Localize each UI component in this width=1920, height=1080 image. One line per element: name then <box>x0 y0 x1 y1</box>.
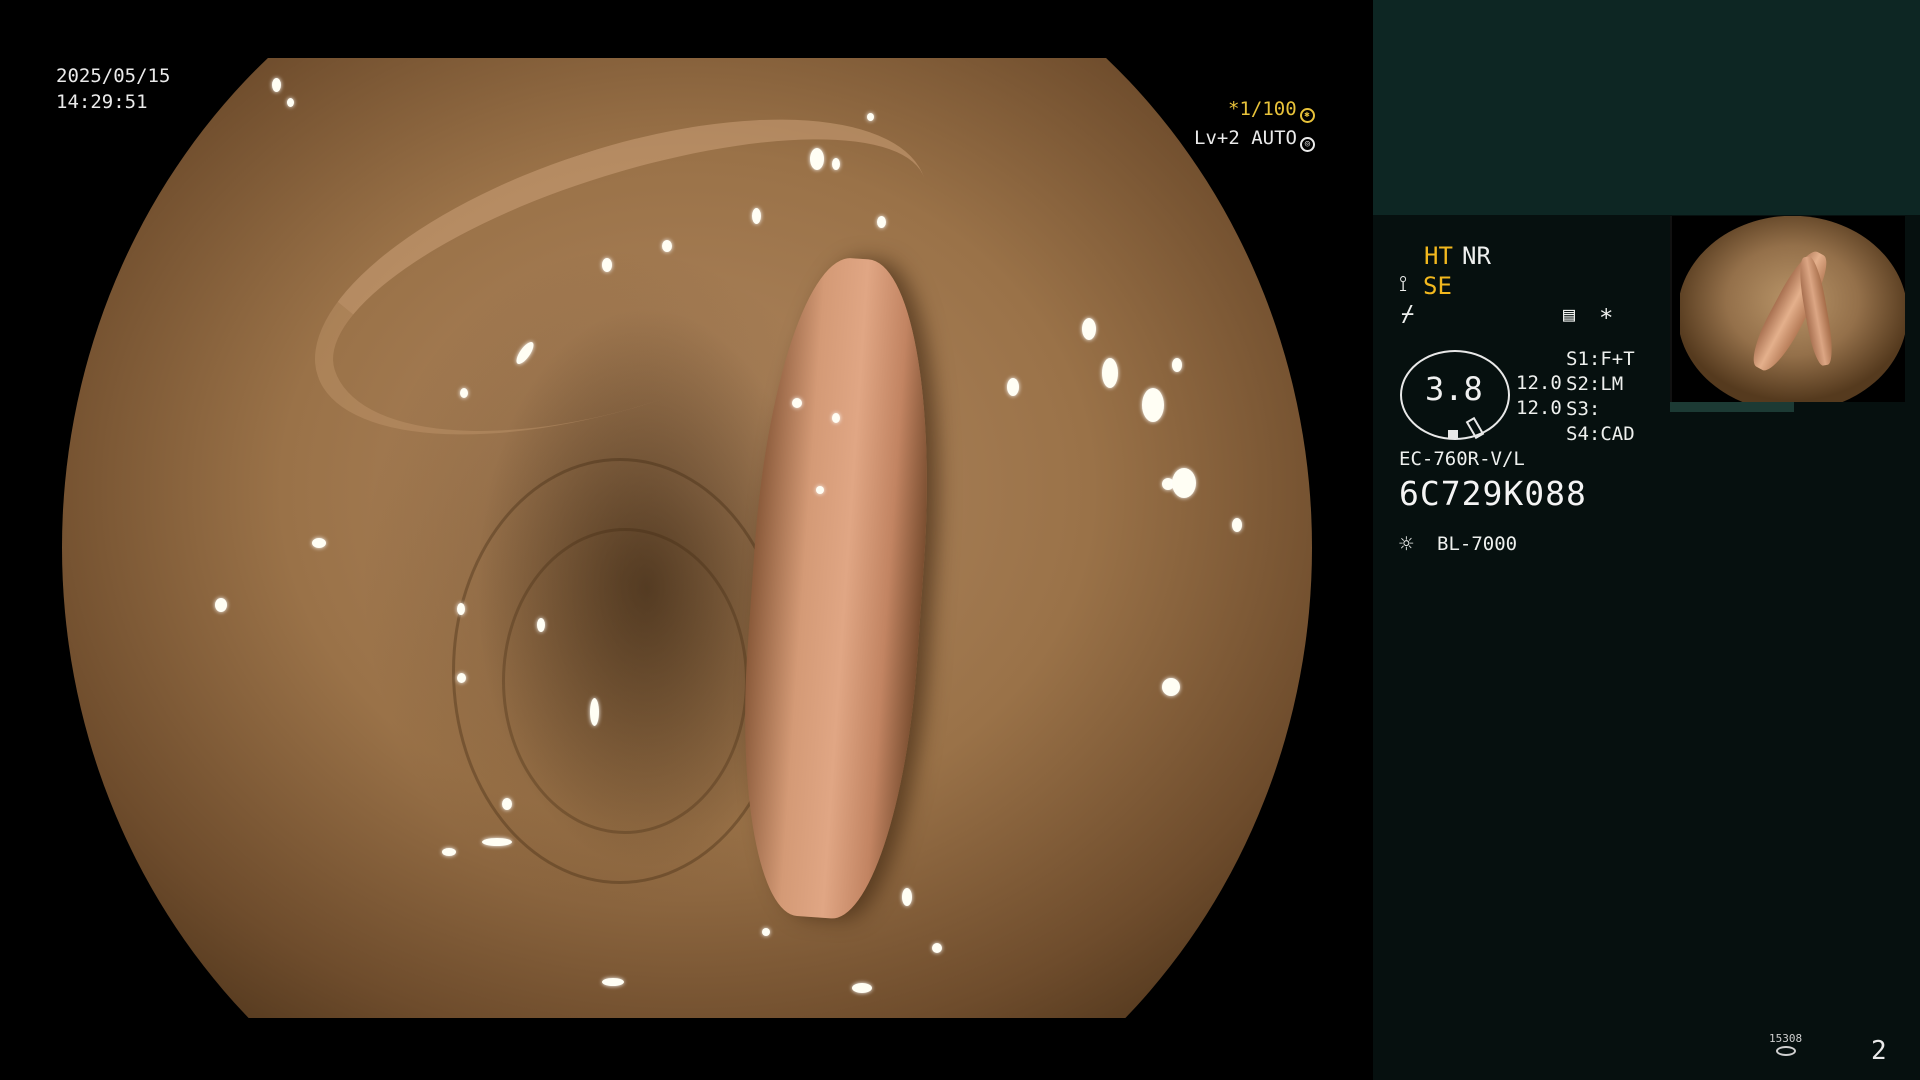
fstop-value: 3.8 <box>1425 370 1483 408</box>
specular-highlight <box>1142 388 1164 422</box>
aperture-icon: ✱ <box>1299 108 1315 123</box>
specular-highlight <box>215 598 227 612</box>
specular-highlight <box>877 216 886 228</box>
info-side-panel: HT NR ⟟ SE ⌿ ▤ * 3.8 12.0 12.0 S1:F+T S2… <box>1373 0 1920 1080</box>
se-label: SE <box>1423 272 1452 300</box>
specular-highlight <box>502 798 512 810</box>
specular-highlight <box>272 78 281 92</box>
ht-label: HT <box>1424 242 1453 270</box>
specular-highlight <box>1007 378 1019 396</box>
light-source-label: BL-7000 <box>1437 533 1518 555</box>
specular-highlight <box>460 388 468 398</box>
shutter-speed-overlay: *1/100 ✱ <box>1228 98 1315 123</box>
time-text: 14:29:51 <box>56 91 148 113</box>
specular-highlight <box>1232 518 1242 532</box>
specular-highlight <box>457 603 465 615</box>
specular-highlight <box>1162 678 1180 696</box>
specular-highlight <box>442 848 456 856</box>
specular-highlight <box>762 928 770 936</box>
specular-highlight <box>1172 468 1196 498</box>
specular-highlight <box>1082 318 1096 340</box>
capture-thumbnail[interactable] <box>1670 216 1905 402</box>
specular-highlight <box>457 673 466 683</box>
specular-highlight <box>902 888 912 906</box>
value-2: 12.0 <box>1516 397 1562 419</box>
switch-1: S1:F+T <box>1566 348 1635 370</box>
specular-highlight <box>832 413 840 423</box>
specular-highlight <box>932 943 942 953</box>
panel-top-band <box>1373 0 1920 215</box>
specular-highlight <box>590 698 599 726</box>
scope-model: EC-760R-V/L <box>1399 448 1525 470</box>
nr-label: NR <box>1462 242 1491 270</box>
switch-2: S2:LM <box>1566 373 1624 395</box>
brightness-level-overlay: Lv+2 AUTO ◎ <box>1194 127 1315 152</box>
switch-4: S4:CAD <box>1566 423 1635 445</box>
capture-counter: 15308 <box>1769 1032 1802 1056</box>
shutter-text: *1/100 <box>1228 98 1297 120</box>
asterisk-label: * <box>1599 304 1614 332</box>
date-time-overlay: 2025/05/15 14:29:51 <box>56 63 170 115</box>
specular-highlight <box>852 983 872 993</box>
structure-enhance-icon: ⟟ <box>1399 272 1408 297</box>
scope-serial: 6C729K088 <box>1399 474 1587 513</box>
specular-highlight <box>287 98 294 107</box>
counter-text: 15308 <box>1769 1032 1803 1045</box>
fstop-marker <box>1448 430 1458 438</box>
endoscope-video-area: 2025/05/15 14:29:51 *1/100 ✱ Lv+2 AUTO ◎ <box>0 0 1373 1080</box>
specular-highlight <box>312 538 326 548</box>
record-icon <box>1775 1046 1796 1056</box>
endoscopic-image <box>62 55 1312 1018</box>
specular-highlight <box>792 398 802 408</box>
specular-highlight <box>537 618 545 632</box>
specular-highlight <box>1172 358 1182 372</box>
page-number: 2 <box>1871 1036 1887 1066</box>
thumbnail-bar <box>1670 402 1794 412</box>
switch-3: S3: <box>1566 398 1601 420</box>
specular-highlight <box>810 148 824 170</box>
thumbnail-image <box>1680 216 1905 402</box>
image-mode-icon: ▤ <box>1563 302 1576 326</box>
specular-highlight <box>1102 358 1118 388</box>
specular-highlight <box>832 158 840 170</box>
specular-highlight <box>662 240 672 252</box>
specular-highlight <box>482 838 512 846</box>
iris-icon: ◎ <box>1299 137 1315 152</box>
specular-highlight <box>867 113 874 121</box>
specular-highlight <box>602 258 612 272</box>
level-text: Lv+2 AUTO <box>1194 127 1297 149</box>
edge-icon: ⌿ <box>1401 302 1415 327</box>
specular-highlight <box>816 486 824 494</box>
value-1: 12.0 <box>1516 372 1562 394</box>
specular-highlight <box>752 208 761 224</box>
light-source-icon: ☼ <box>1399 530 1414 558</box>
specular-highlight <box>602 978 624 986</box>
date-text: 2025/05/15 <box>56 65 171 87</box>
lumen-ring-inner <box>502 528 748 834</box>
